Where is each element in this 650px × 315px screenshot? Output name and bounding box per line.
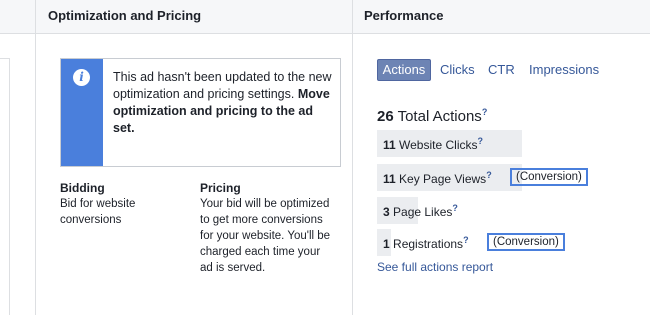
total-actions: 26 Total Actions?: [377, 107, 487, 125]
performance-title: Performance: [364, 8, 444, 23]
optimization-pricing-title: Optimization and Pricing: [48, 8, 202, 23]
notice-accent-bar: i: [61, 59, 103, 166]
pricing-label: Pricing: [200, 181, 241, 195]
action-label: 1 Registrations?: [383, 235, 469, 251]
help-icon[interactable]: ?: [482, 107, 488, 117]
action-label: 11 Website Clicks?: [383, 136, 483, 152]
bidding-text: Bid for website conversions: [60, 198, 136, 226]
tab-clicks[interactable]: Clicks: [440, 62, 475, 77]
bidding-label: Bidding: [60, 181, 105, 195]
help-icon[interactable]: ?: [463, 235, 469, 245]
pricing-text: Your bid will be optimized to get more c…: [200, 198, 331, 274]
help-icon[interactable]: ?: [486, 170, 492, 180]
action-count: 3: [383, 205, 390, 219]
tab-impressions[interactable]: Impressions: [529, 62, 599, 77]
help-icon[interactable]: ?: [452, 203, 458, 213]
action-name: Key Page Views: [395, 172, 487, 186]
conversion-badge: (Conversion): [510, 168, 588, 186]
update-notice: i This ad hasn't been updated to the new…: [60, 58, 341, 167]
info-icon: i: [73, 69, 90, 86]
conversion-badge: (Conversion): [487, 233, 565, 251]
action-name: Website Clicks: [395, 138, 478, 152]
column-divider: [352, 0, 353, 315]
tab-actions[interactable]: Actions: [377, 59, 431, 81]
action-count: 11: [383, 172, 396, 186]
tab-ctr[interactable]: CTR: [488, 62, 515, 77]
notice-text: This ad hasn't been updated to the new o…: [113, 69, 333, 137]
action-name: Page Likes: [389, 205, 453, 219]
action-name: Registrations: [389, 237, 464, 251]
help-icon[interactable]: ?: [477, 136, 483, 146]
action-count: 11: [383, 138, 396, 152]
left-column-box: [0, 58, 10, 315]
full-actions-report-link[interactable]: See full actions report: [377, 260, 493, 274]
total-actions-label: Total Actions: [397, 108, 482, 125]
action-label: 3 Page Likes?: [383, 203, 458, 219]
action-count: 1: [383, 237, 390, 251]
column-divider: [35, 0, 36, 315]
total-actions-count: 26: [377, 108, 394, 125]
action-label: 11 Key Page Views?: [383, 170, 492, 186]
